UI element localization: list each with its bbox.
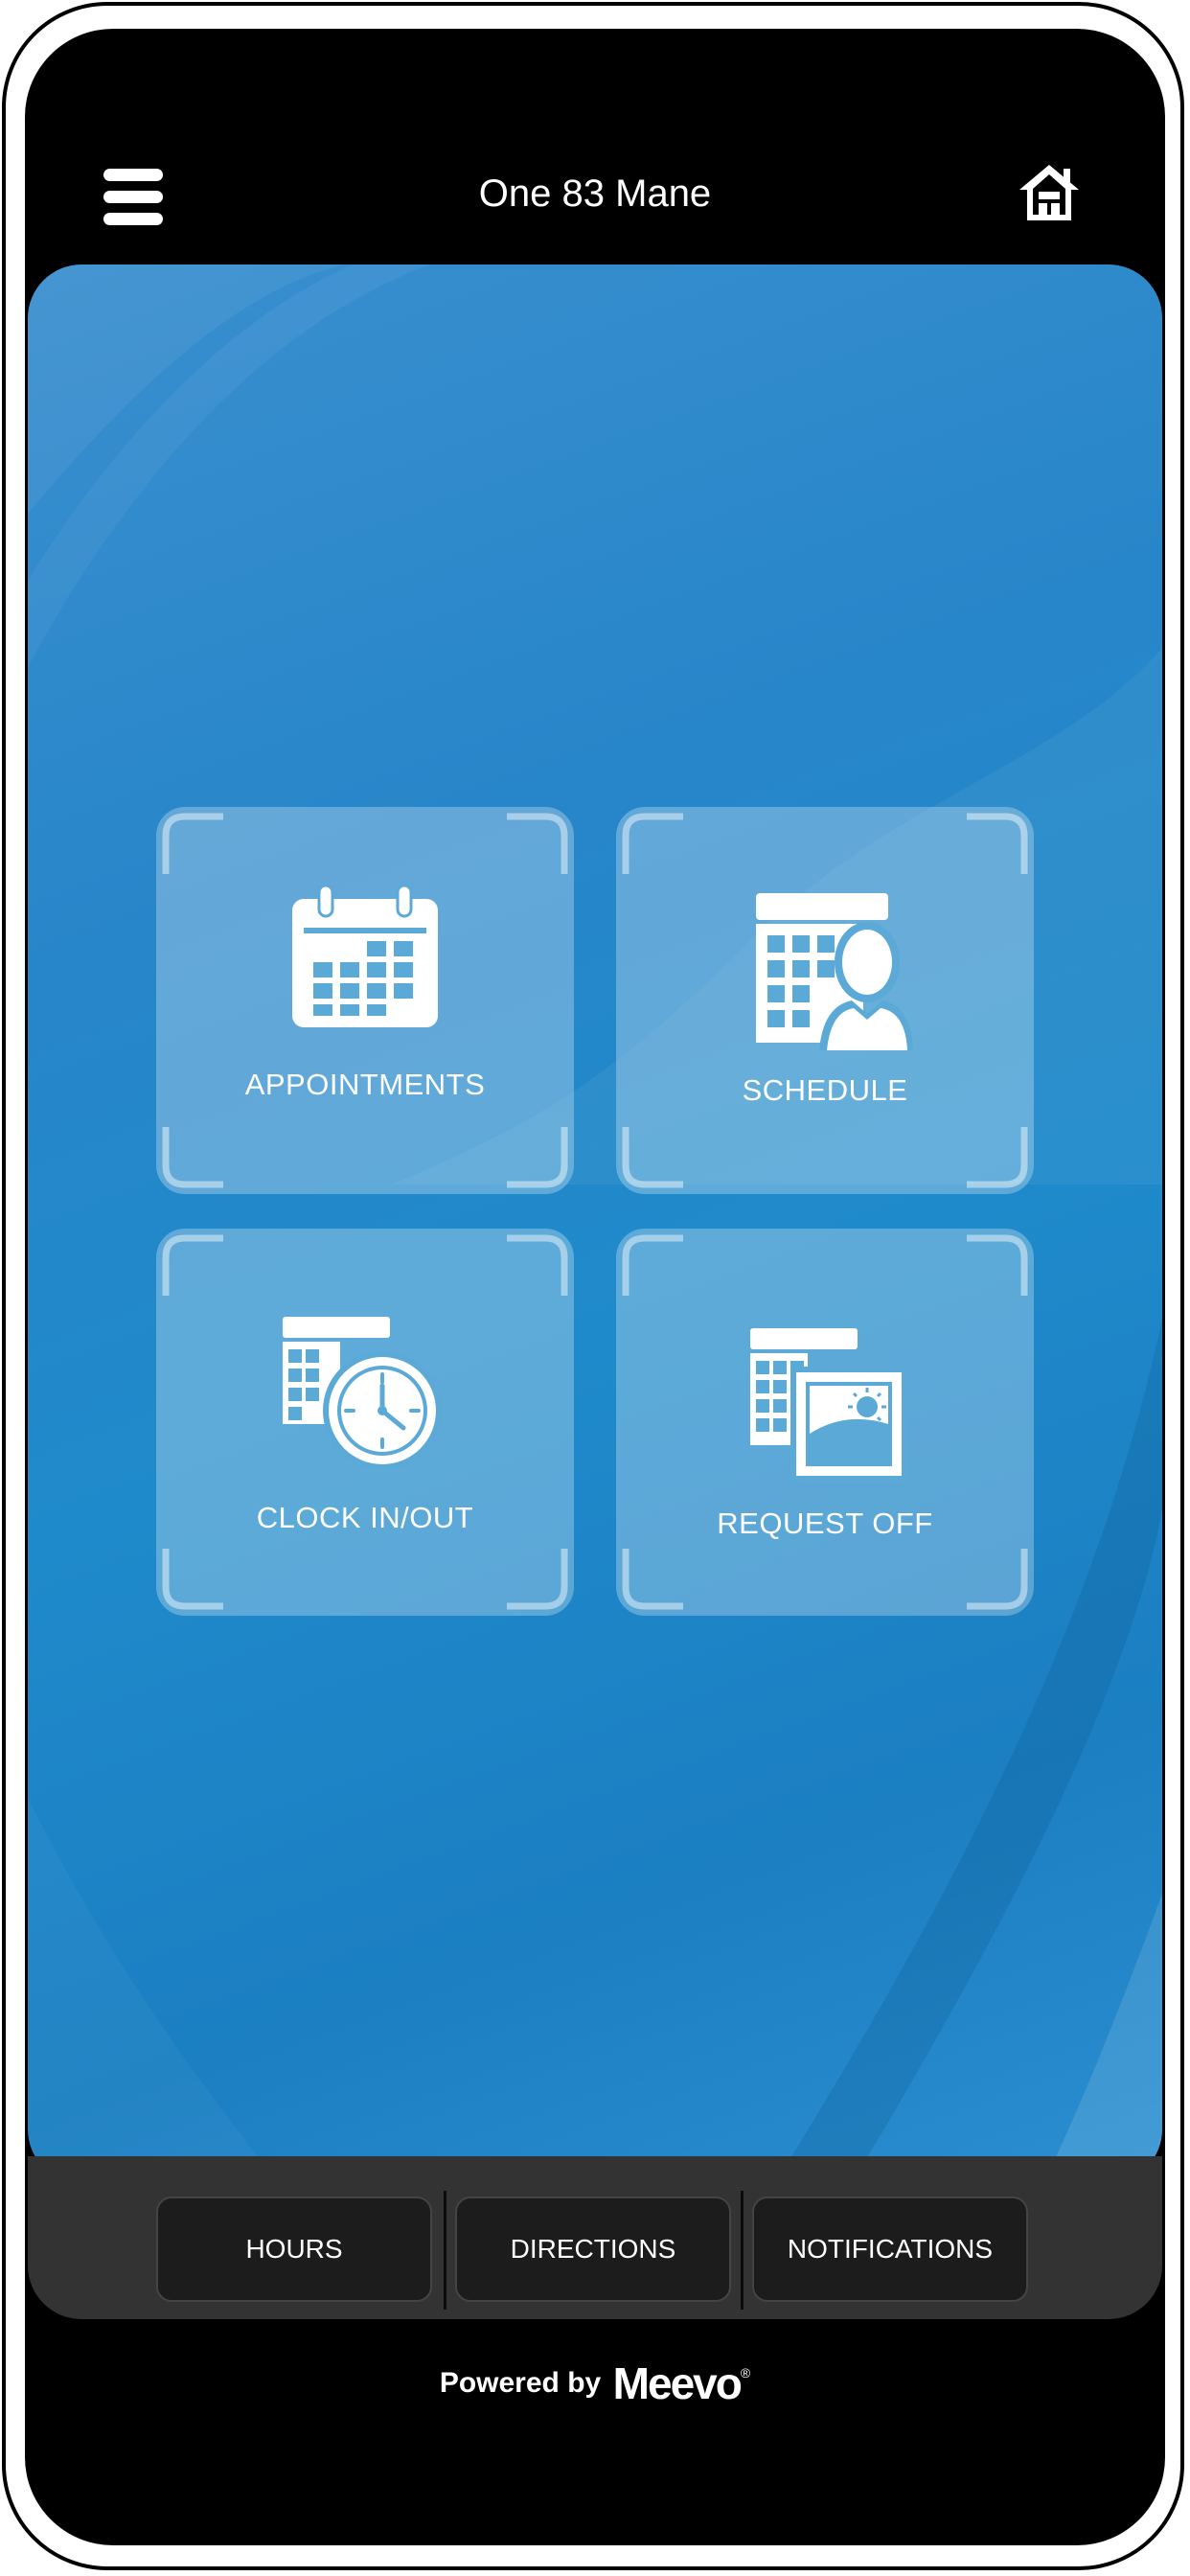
tab-divider <box>444 2191 446 2310</box>
tile-request-off[interactable]: REQUEST OFF <box>616 1229 1034 1616</box>
schedule-person-icon <box>756 893 913 1050</box>
top-bar: One 83 Mane <box>25 29 1165 264</box>
hours-button[interactable]: HOURS <box>156 2196 432 2302</box>
tile-clock-in-out[interactable]: CLOCK IN/OUT <box>156 1229 574 1616</box>
tile-label: CLOCK IN/OUT <box>256 1501 474 1534</box>
phone-screen: One 83 Mane APPOINTMENTS SCHEDULE CLOCK … <box>25 29 1165 2545</box>
registered-mark: ® <box>740 2365 751 2380</box>
request-off-icon <box>750 1328 907 1482</box>
bottom-tab-bar: HOURS DIRECTIONS NOTIFICATIONS <box>28 2156 1162 2319</box>
clock-icon <box>283 1317 442 1470</box>
meevo-logo: Meevo <box>612 2358 743 2408</box>
tile-schedule[interactable]: SCHEDULE <box>616 807 1034 1194</box>
background-waves <box>28 264 1162 2183</box>
directions-button[interactable]: DIRECTIONS <box>455 2196 731 2302</box>
notifications-button[interactable]: NOTIFICATIONS <box>752 2196 1028 2302</box>
home-icon[interactable] <box>1018 161 1081 224</box>
tile-label: REQUEST OFF <box>717 1506 933 1540</box>
powered-by-text: Powered by <box>439 2367 602 2399</box>
calendar-icon <box>292 886 438 1027</box>
tile-appointments[interactable]: APPOINTMENTS <box>156 807 574 1194</box>
tab-divider <box>741 2191 744 2310</box>
main-panel: APPOINTMENTS SCHEDULE CLOCK IN/OUT REQUE… <box>28 264 1162 2183</box>
tile-label: SCHEDULE <box>742 1073 908 1107</box>
tile-label: APPOINTMENTS <box>244 1068 486 1101</box>
powered-by-footer: Powered by Meevo® <box>25 2358 1165 2409</box>
app-title: One 83 Mane <box>478 172 712 215</box>
